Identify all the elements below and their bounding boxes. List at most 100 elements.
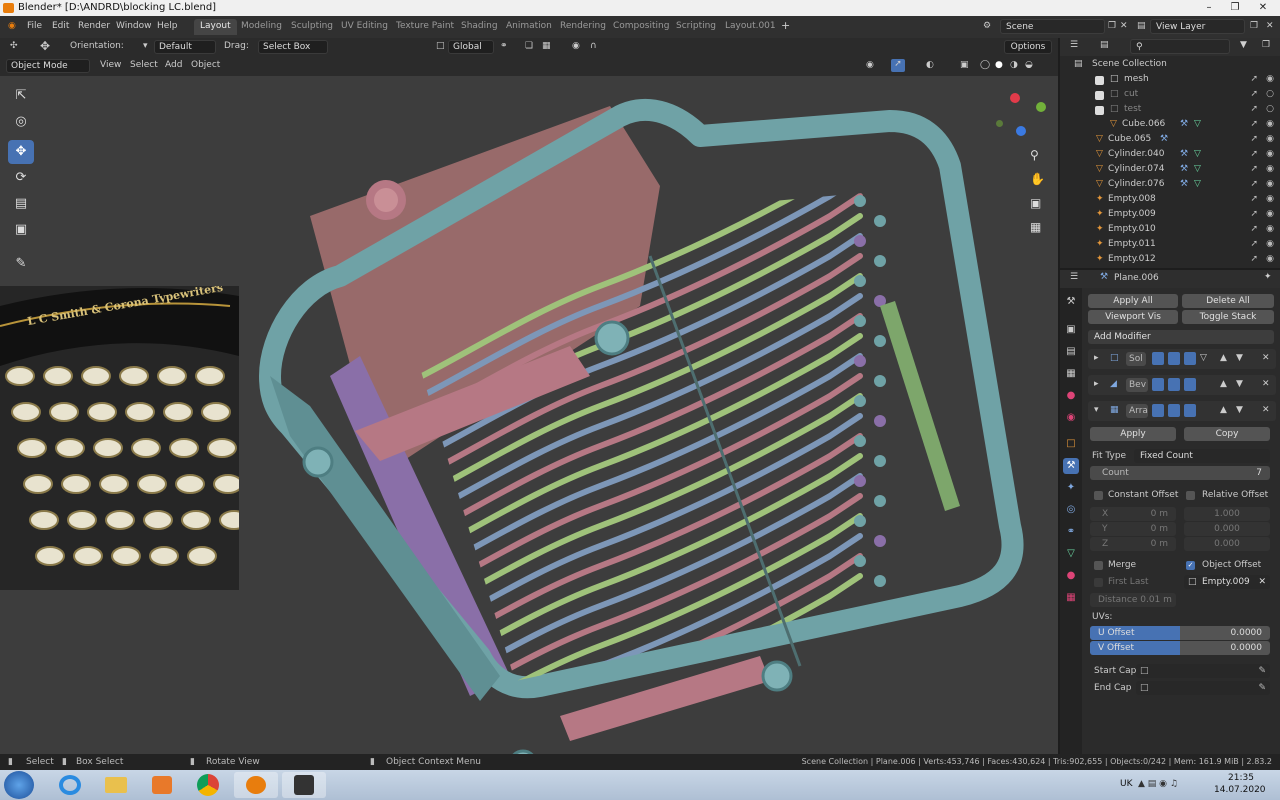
eyedropper-icon[interactable]: ✎ (1258, 681, 1266, 695)
select-cursor-icon[interactable]: ➚ (1250, 209, 1258, 219)
count-field[interactable]: Count 7 (1090, 466, 1270, 480)
remove-modifier-icon[interactable]: ✕ (1262, 405, 1270, 415)
select-cursor-icon[interactable]: ➚ (1250, 164, 1258, 174)
select-cursor-icon[interactable]: ➚ (1250, 194, 1258, 204)
move-up-icon[interactable]: ▲ (1220, 353, 1227, 363)
proportional-edit-icon[interactable]: ◉ (572, 41, 580, 51)
collapse-chevron-icon[interactable]: ▾ (1094, 405, 1099, 415)
camera-toggle-icon[interactable] (1152, 378, 1164, 391)
move-up-icon[interactable]: ▲ (1220, 379, 1227, 389)
move-up-icon[interactable]: ▲ (1220, 405, 1227, 415)
scale-tool-icon[interactable]: ▤ (8, 192, 34, 216)
checkbox-icon[interactable] (1095, 76, 1104, 85)
media-player-icon[interactable] (140, 772, 184, 798)
options-dropdown[interactable]: Options (1004, 40, 1052, 54)
output-tab-icon[interactable]: ▤ (1063, 344, 1079, 360)
first-last-checkbox[interactable] (1094, 578, 1103, 587)
camera-toggle-icon[interactable] (1152, 404, 1164, 417)
tray-icons[interactable]: ▲ ▤ ◉ ♫ (1138, 779, 1178, 789)
constraints-tab-icon[interactable]: ⚭ (1063, 524, 1079, 540)
x-axis-icon[interactable] (1010, 93, 1020, 103)
editmode-toggle-icon[interactable] (1184, 378, 1196, 391)
remove-modifier-icon[interactable]: ✕ (1262, 379, 1270, 389)
viewport-toggle-icon[interactable] (1168, 378, 1180, 391)
cursor-tool-icon[interactable]: ◎ (8, 110, 34, 134)
modifier-name-field[interactable]: Arra (1126, 404, 1148, 418)
wireframe-shading-icon[interactable]: ◯ (980, 60, 990, 70)
tab-layout-001[interactable]: Layout.001 (719, 19, 782, 35)
orientation-dropdown[interactable]: Default (154, 40, 216, 54)
menu-help[interactable]: Help (157, 21, 178, 31)
select-cursor-icon[interactable]: ➚ (1250, 134, 1258, 144)
annotate-tool-icon[interactable]: ✎ (8, 252, 34, 276)
delete-all-button[interactable]: Delete All (1182, 294, 1274, 308)
cage-icon[interactable]: ▽ (1200, 353, 1207, 363)
pan-hand-icon[interactable]: ✋ (1030, 172, 1045, 186)
scene-collection-row[interactable]: ▤ Scene Collection (1060, 58, 1280, 73)
outliner-row[interactable]: ✦ Empty.011 ◉ ➚ (1060, 238, 1280, 253)
select-cursor-icon[interactable]: ➚ (1250, 104, 1258, 114)
select-tool-icon[interactable]: ⇱ (8, 84, 34, 108)
eye-icon[interactable]: ◉ (1266, 194, 1274, 204)
modifier-tab-icon[interactable]: ⚒ (1063, 458, 1079, 474)
close-icon[interactable]: ✕ (1250, 0, 1276, 16)
outliner-search-input[interactable]: ⚲ (1130, 39, 1230, 54)
apply-button[interactable]: Apply (1090, 427, 1176, 441)
ie-icon[interactable] (48, 772, 92, 798)
snap-icon[interactable]: ❏ (525, 41, 533, 51)
render-tab-icon[interactable]: ▣ (1063, 322, 1079, 338)
material-shading-icon[interactable]: ◑ (1010, 60, 1018, 70)
zoom-icon[interactable]: ⚲ (1030, 148, 1039, 162)
modifier-name-field[interactable]: Bev (1126, 378, 1148, 392)
drag-dropdown[interactable]: Select Box (258, 40, 328, 54)
select-cursor-icon[interactable]: ➚ (1250, 119, 1258, 129)
texture-tab-icon[interactable]: ▦ (1063, 590, 1079, 606)
menu-file[interactable]: File (27, 21, 42, 31)
add-modifier-dropdown[interactable]: Add Modifier (1088, 330, 1274, 344)
eye-icon[interactable]: ◉ (1266, 224, 1274, 234)
modifier-panel-bevel[interactable]: ▸ ◢ Bev ▲ ▼ ✕ (1088, 375, 1276, 395)
constant-z-field[interactable]: Z 0 m (1090, 537, 1176, 551)
viewport-toggle-icon[interactable] (1168, 352, 1180, 365)
move-tool-icon[interactable]: ✥ (40, 39, 50, 53)
relative-y-field[interactable]: 0.000 (1184, 522, 1270, 536)
blender-menu-icon[interactable]: ◉ (8, 21, 16, 31)
select-cursor-icon[interactable]: ➚ (1250, 89, 1258, 99)
clock-date[interactable]: 14.07.2020 (1214, 785, 1266, 795)
outliner-row[interactable]: ▽ Cube.065 ⚒ ◉ ➚ (1060, 133, 1280, 148)
u-offset-field[interactable]: U Offset 0.0000 (1090, 626, 1270, 640)
tab-sculpting[interactable]: Sculpting (285, 19, 339, 35)
tool-tab-icon[interactable]: ⚒ (1063, 294, 1079, 310)
visibility-icon[interactable]: ◉ (866, 60, 874, 70)
select-cursor-icon[interactable]: ➚ (1250, 179, 1258, 189)
mode-dropdown[interactable]: Object Mode (6, 59, 90, 73)
copy-scene-icon[interactable]: ❐ (1108, 21, 1116, 31)
viewport-toggle-icon[interactable] (1168, 404, 1180, 417)
relative-x-field[interactable]: 1.000 (1184, 507, 1270, 521)
ortho-grid-icon[interactable]: ▦ (1030, 220, 1041, 234)
toggle-stack-button[interactable]: Toggle Stack (1182, 310, 1274, 324)
start-button-icon[interactable] (4, 771, 34, 799)
outliner-row[interactable]: ▽ Cylinder.076 ⚒ ▽ ◉ ➚ (1060, 178, 1280, 193)
editor-type-icon[interactable]: ☰ (1070, 40, 1078, 50)
explorer-icon[interactable] (94, 772, 138, 798)
tab-uv-editing[interactable]: UV Editing (335, 19, 394, 35)
menu-edit[interactable]: Edit (52, 21, 69, 31)
chrome-icon[interactable] (186, 772, 230, 798)
rendered-shading-icon[interactable]: ◒ (1025, 60, 1033, 70)
outliner-row[interactable]: □ test ○ ➚ (1060, 103, 1280, 118)
delete-view-layer-icon[interactable]: ✕ (1266, 21, 1274, 31)
transform-tool-icon[interactable]: ▣ (8, 218, 34, 242)
tab-rendering[interactable]: Rendering (554, 19, 612, 35)
navigation-gizmo[interactable] (988, 86, 1048, 146)
eye-icon[interactable]: ◉ (1266, 74, 1274, 84)
physics-tab-icon[interactable]: ◎ (1063, 502, 1079, 518)
scene-tab-icon[interactable]: ● (1063, 388, 1079, 404)
tab-shading[interactable]: Shading (455, 19, 504, 35)
delete-scene-icon[interactable]: ✕ (1120, 21, 1128, 31)
falloff-icon[interactable]: ∩ (590, 41, 597, 51)
checkbox-icon[interactable] (1095, 91, 1104, 100)
3d-viewport[interactable]: ⇱ ◎ ✥ ⟳ ▤ ▣ ✎ ⚲ ✋ ▣ ▦ L C Smith & Corona… (0, 76, 1058, 754)
eye-icon[interactable]: ◉ (1266, 209, 1274, 219)
tab-layout[interactable]: Layout (194, 19, 237, 35)
